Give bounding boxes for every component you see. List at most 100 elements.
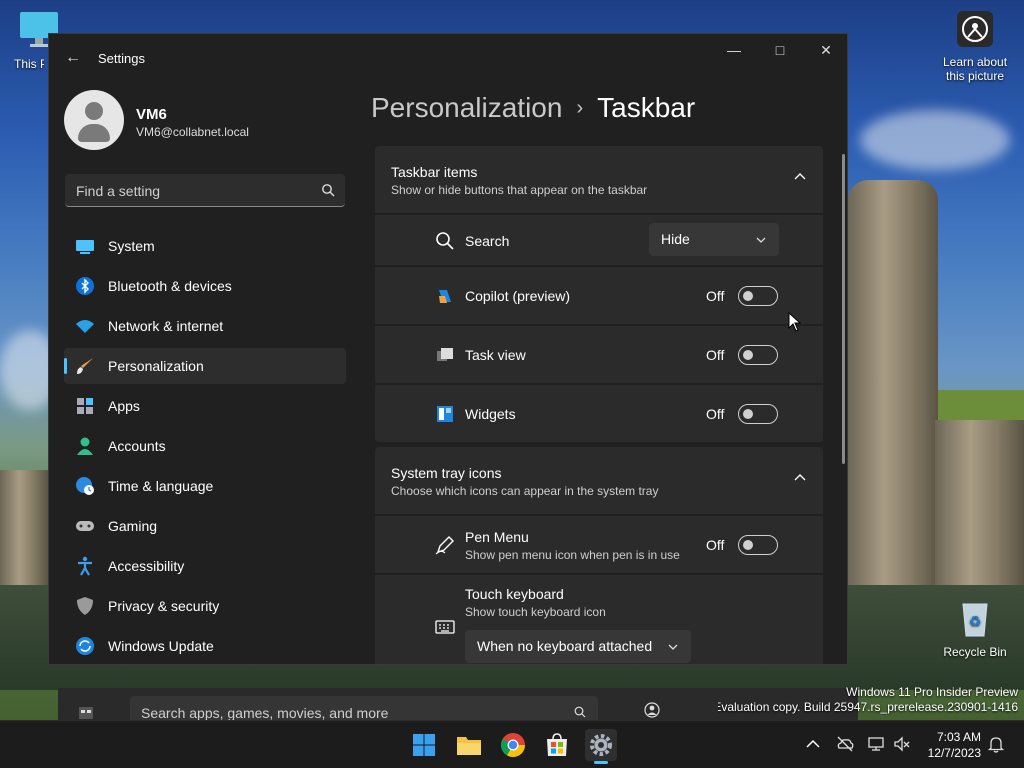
bluetooth-icon bbox=[76, 277, 94, 295]
title-bar: ← Settings — □ ✕ bbox=[49, 34, 847, 82]
sidebar-item-label: Gaming bbox=[108, 518, 158, 534]
group-subtitle: Show or hide buttons that appear on the … bbox=[391, 183, 648, 197]
system-clock[interactable]: 7:03 AM 12/7/2023 bbox=[928, 729, 981, 761]
chevron-up-icon[interactable] bbox=[793, 471, 807, 485]
wifi-icon bbox=[76, 320, 94, 333]
task-view-label: Task view bbox=[465, 347, 526, 363]
sidebar-item-privacy[interactable]: Privacy & security bbox=[64, 588, 346, 624]
touch-keyboard-sublabel: Show touch keyboard icon bbox=[465, 605, 606, 619]
start-button[interactable] bbox=[408, 729, 440, 761]
close-button[interactable]: ✕ bbox=[803, 34, 847, 66]
camera-spotlight-icon bbox=[957, 11, 993, 47]
svg-text:♻: ♻ bbox=[969, 614, 982, 630]
sidebar-item-windows-update[interactable]: Windows Update bbox=[64, 628, 346, 664]
learn-label-1: Learn about bbox=[942, 55, 1008, 69]
search-setting-label: Search bbox=[465, 233, 510, 249]
chevron-down-icon bbox=[668, 644, 678, 650]
sidebar-item-time-language[interactable]: Time & language bbox=[64, 468, 346, 504]
account-icon bbox=[77, 437, 93, 455]
widgets-icon bbox=[437, 406, 453, 422]
maximize-button[interactable]: □ bbox=[757, 34, 803, 66]
group-title: Taskbar items bbox=[391, 164, 478, 180]
chrome-icon bbox=[500, 733, 525, 758]
group-subtitle: Choose which icons can appear in the sys… bbox=[391, 484, 659, 498]
taskbar-items-header[interactable]: Taskbar items Show or hide buttons that … bbox=[375, 146, 823, 213]
sidebar-item-gaming[interactable]: Gaming bbox=[64, 508, 346, 544]
minimize-button[interactable]: — bbox=[711, 34, 757, 66]
sidebar-item-bluetooth[interactable]: Bluetooth & devices bbox=[64, 268, 346, 304]
copilot-icon bbox=[439, 290, 451, 303]
system-tray-header[interactable]: System tray icons Choose which icons can… bbox=[375, 447, 823, 514]
sidebar-item-network[interactable]: Network & internet bbox=[64, 308, 346, 344]
widgets-toggle-state: Off bbox=[706, 406, 725, 422]
task-view-toggle[interactable] bbox=[738, 345, 778, 365]
notification-bell-icon[interactable] bbox=[987, 735, 1005, 753]
chevron-up-icon[interactable] bbox=[804, 735, 822, 753]
widgets-label: Widgets bbox=[465, 406, 516, 422]
window-title: Settings bbox=[98, 51, 145, 66]
touch-keyboard-dropdown[interactable]: When no keyboard attached bbox=[465, 630, 691, 663]
chevron-up-icon[interactable] bbox=[793, 170, 807, 184]
volume-muted-icon[interactable] bbox=[893, 735, 911, 753]
clock-date: 12/7/2023 bbox=[927, 746, 981, 760]
search-icon bbox=[436, 232, 454, 250]
sidebar-item-accounts[interactable]: Accounts bbox=[64, 428, 346, 464]
sidebar-item-label: Apps bbox=[108, 398, 140, 414]
file-explorer-button[interactable] bbox=[453, 729, 485, 761]
chrome-button[interactable] bbox=[497, 729, 529, 761]
breadcrumb: Personalization › Taskbar bbox=[371, 92, 695, 124]
taskbar: 7:03 AM 12/7/2023 bbox=[0, 720, 1024, 768]
task-view-icon bbox=[437, 348, 453, 361]
recycle-bin-label: Recycle Bin bbox=[943, 645, 1007, 659]
account-icon[interactable] bbox=[644, 702, 660, 718]
chevron-down-icon bbox=[756, 237, 766, 243]
touch-keyboard-setting-row: Touch keyboard Show touch keyboard icon … bbox=[375, 573, 823, 664]
scrollbar[interactable] bbox=[842, 154, 845, 464]
sidebar-item-label: Network & internet bbox=[108, 318, 224, 334]
cloud bbox=[860, 110, 1010, 170]
sidebar-item-label: Privacy & security bbox=[108, 598, 220, 614]
settings-taskbar-button[interactable] bbox=[585, 729, 617, 764]
widgets-toggle[interactable] bbox=[738, 404, 778, 424]
search-setting-row: Search Hide bbox=[375, 213, 823, 265]
copilot-label: Copilot (preview) bbox=[465, 288, 571, 304]
build-watermark: Windows 11 Pro Insider Preview Evaluatio… bbox=[718, 685, 1018, 715]
search-mode-dropdown[interactable]: Hide bbox=[649, 223, 779, 256]
watermark-line-1: Windows 11 Pro Insider Preview bbox=[846, 685, 1018, 699]
network-icon[interactable] bbox=[868, 735, 886, 753]
breadcrumb-parent[interactable]: Personalization bbox=[371, 92, 562, 123]
copilot-toggle[interactable] bbox=[738, 286, 778, 306]
recycle-bin-desktop-icon[interactable]: ♻ Recycle Bin bbox=[940, 598, 1010, 659]
store-search-placeholder: Search apps, games, movies, and more bbox=[141, 705, 389, 721]
main-content: Taskbar items Show or hide buttons that … bbox=[375, 146, 823, 664]
onedrive-off-icon[interactable] bbox=[836, 735, 854, 753]
sidebar-item-label: Time & language bbox=[108, 478, 214, 494]
recycle-bin-icon: ♻ bbox=[962, 603, 988, 637]
search-placeholder: Find a setting bbox=[76, 183, 161, 199]
globe-clock-icon bbox=[76, 477, 94, 495]
clock-time: 7:03 AM bbox=[936, 730, 981, 744]
system-icon bbox=[76, 240, 94, 254]
cursor-icon bbox=[788, 312, 802, 332]
sidebar-item-label: Personalization bbox=[108, 358, 204, 374]
pen-menu-toggle[interactable] bbox=[738, 535, 778, 555]
sidebar-nav: System Bluetooth & devices Network & int… bbox=[64, 228, 346, 664]
gamepad-icon bbox=[76, 521, 94, 531]
back-button[interactable]: ← bbox=[63, 48, 83, 68]
sidebar-item-accessibility[interactable]: Accessibility bbox=[64, 548, 346, 584]
accessibility-icon bbox=[78, 556, 92, 576]
learn-label-2: this picture bbox=[945, 69, 1005, 83]
avatar[interactable] bbox=[64, 90, 124, 150]
sidebar-item-personalization[interactable]: Personalization bbox=[64, 348, 346, 384]
gear-icon bbox=[590, 734, 612, 756]
search-input[interactable]: Find a setting bbox=[65, 174, 345, 207]
pen-menu-label: Pen Menu bbox=[465, 529, 529, 545]
sidebar-item-system[interactable]: System bbox=[64, 228, 346, 264]
learn-about-picture-icon[interactable]: Learn about this picture bbox=[938, 10, 1012, 83]
brush-icon bbox=[77, 358, 93, 374]
profile-email: VM6@collabnet.local bbox=[136, 125, 249, 139]
copilot-setting-row: Copilot (preview) Off bbox=[375, 265, 823, 324]
store-button[interactable] bbox=[541, 729, 573, 761]
sidebar-item-apps[interactable]: Apps bbox=[64, 388, 346, 424]
touch-keyboard-label: Touch keyboard bbox=[465, 586, 564, 602]
